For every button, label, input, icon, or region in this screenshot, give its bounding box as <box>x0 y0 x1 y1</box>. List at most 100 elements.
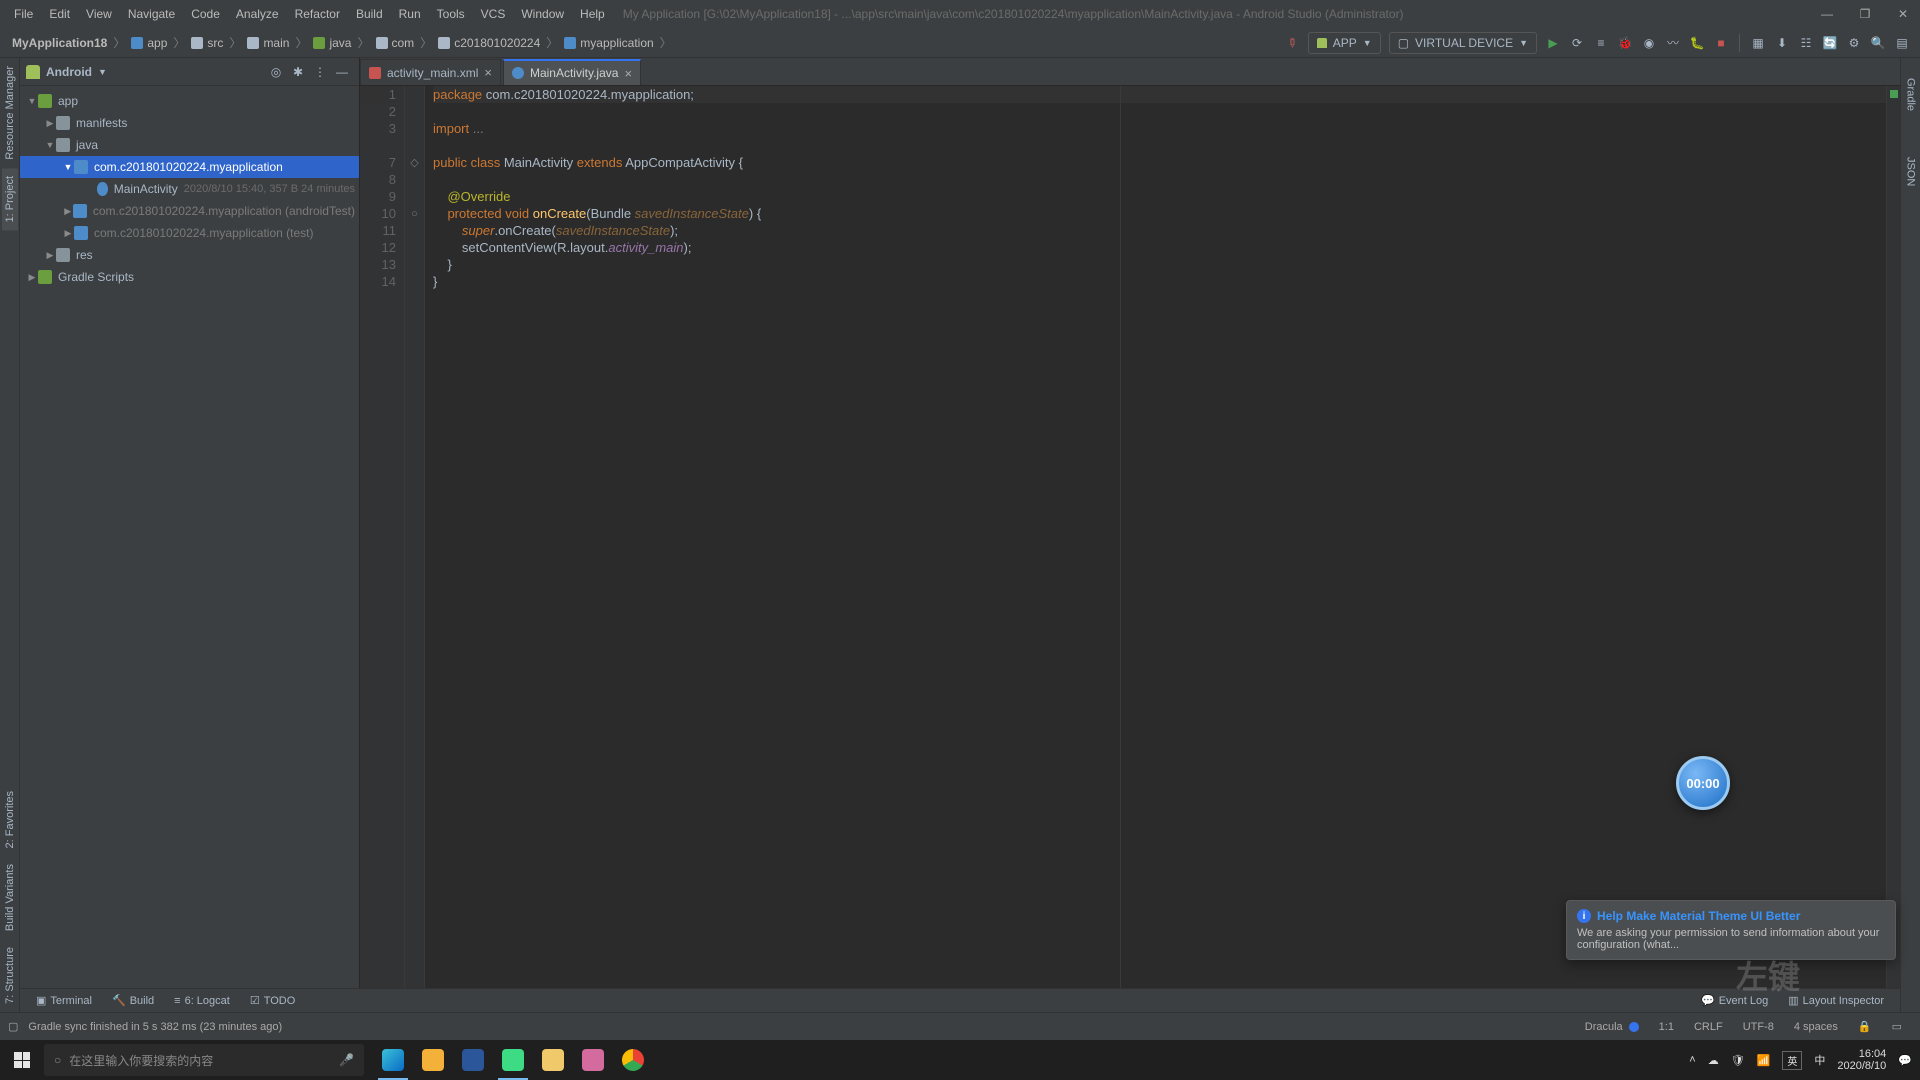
sync-gradle-button[interactable]: 🔄 <box>1818 31 1842 55</box>
avd-manager-button[interactable]: ▦ <box>1746 31 1770 55</box>
menu-build[interactable]: Build <box>350 5 389 23</box>
editor-tab-activity[interactable]: MainActivity.java × <box>503 59 641 85</box>
recording-timer-badge[interactable]: 00:00 <box>1676 756 1730 810</box>
apply-changes-button[interactable]: ⟳ <box>1565 31 1589 55</box>
crumb-project[interactable]: MyApplication18 <box>6 34 113 52</box>
gutter-tab-project[interactable]: 1: Project <box>2 168 18 230</box>
maximize-button[interactable]: ❐ <box>1858 7 1872 21</box>
menu-edit[interactable]: Edit <box>43 5 76 23</box>
tool-build[interactable]: 🔨Build <box>102 994 164 1007</box>
troubleshoot-button[interactable]: ⚙ <box>1842 31 1866 55</box>
taskbar-app-notes[interactable] <box>414 1040 452 1080</box>
lock-icon[interactable]: 🔒 <box>1848 1020 1882 1033</box>
search-everywhere-button[interactable]: 🔍 <box>1866 31 1890 55</box>
debug-button[interactable]: 🐞 <box>1613 31 1637 55</box>
apply-code-button[interactable]: ≡ <box>1589 31 1613 55</box>
settings-button[interactable]: ▤ <box>1890 31 1914 55</box>
taskbar-app-misc[interactable] <box>574 1040 612 1080</box>
status-indent[interactable]: 4 spaces <box>1784 1021 1848 1033</box>
sdk-manager-button[interactable]: ⬇ <box>1770 31 1794 55</box>
tray-onedrive-icon[interactable]: ☁ <box>1708 1054 1719 1067</box>
run-config-selector[interactable]: APP ▼ <box>1308 32 1381 54</box>
collapse-icon[interactable]: — <box>331 65 353 79</box>
menu-analyze[interactable]: Analyze <box>230 5 285 23</box>
device-selector[interactable]: ▢ VIRTUAL DEVICE ▼ <box>1389 32 1537 54</box>
crumb-java[interactable]: java <box>307 34 357 52</box>
tree-node-package-main[interactable]: ▼com.c201801020224.myapplication <box>20 156 359 178</box>
ime-lang[interactable]: 英 <box>1782 1051 1802 1070</box>
taskbar-app-edge[interactable] <box>374 1040 412 1080</box>
memory-indicator[interactable]: ▭ <box>1882 1020 1912 1033</box>
tree-node-package-test[interactable]: ▶com.c201801020224.myapplication (test) <box>20 222 359 244</box>
gutter-tab-favorites[interactable]: 2: Favorites <box>2 783 18 856</box>
project-view-selector[interactable]: Android <box>46 65 92 79</box>
crumb-src[interactable]: src <box>185 34 229 52</box>
profile-button[interactable]: 〰 <box>1661 31 1685 55</box>
menu-code[interactable]: Code <box>185 5 226 23</box>
crumb-package[interactable]: myapplication <box>558 34 659 52</box>
tray-chevron-up-icon[interactable]: ˄ <box>1689 1054 1695 1066</box>
taskbar-app-explorer[interactable] <box>534 1040 572 1080</box>
tree-node-main-activity[interactable]: ▶MainActivity2020/8/10 15:40, 357 B 24 m… <box>20 178 359 200</box>
options-icon[interactable]: ⋮ <box>309 65 331 79</box>
coverage-button[interactable]: ◉ <box>1637 31 1661 55</box>
tool-terminal[interactable]: ▣Terminal <box>26 994 102 1007</box>
tree-node-app[interactable]: ▼app <box>20 90 359 112</box>
tree-node-java[interactable]: ▼java <box>20 134 359 156</box>
menu-refactor[interactable]: Refactor <box>289 5 346 23</box>
run-button[interactable]: ▶ <box>1541 31 1565 55</box>
stop-button[interactable]: ■ <box>1709 31 1733 55</box>
gutter-tab-build-variants[interactable]: Build Variants <box>2 856 18 939</box>
tool-layout-inspector[interactable]: ▥Layout Inspector <box>1778 994 1894 1007</box>
override-icon[interactable]: ○ <box>405 205 424 222</box>
tray-wifi-icon[interactable]: 📶 <box>1757 1054 1771 1067</box>
start-button[interactable] <box>0 1040 44 1080</box>
resource-manager-button[interactable]: ☷ <box>1794 31 1818 55</box>
menu-view[interactable]: View <box>80 5 118 23</box>
minimize-button[interactable]: — <box>1820 7 1834 21</box>
tree-node-package-androidtest[interactable]: ▶com.c201801020224.myapplication (androi… <box>20 200 359 222</box>
tree-node-gradle-scripts[interactable]: ▶Gradle Scripts <box>20 266 359 288</box>
tool-logcat[interactable]: ≡6: Logcat <box>164 995 240 1007</box>
crumb-main[interactable]: main <box>241 34 295 52</box>
crumb-cid[interactable]: c201801020224 <box>432 34 546 52</box>
tray-shield-icon[interactable]: 🛡 <box>1731 1054 1745 1067</box>
menu-file[interactable]: File <box>8 5 39 23</box>
tool-event-log[interactable]: 💬Event Log <box>1691 994 1778 1007</box>
tab-close-button[interactable]: × <box>484 65 492 80</box>
code-editor[interactable]: 123 78910 11121314 ◇ ○ package com.c2018… <box>360 86 1900 1012</box>
taskbar-search[interactable]: ○ 在这里输入你要搜索的内容 🎤 <box>44 1044 364 1076</box>
close-button[interactable]: ✕ <box>1896 7 1910 21</box>
menu-help[interactable]: Help <box>574 5 611 23</box>
menu-window[interactable]: Window <box>515 5 570 23</box>
menu-vcs[interactable]: VCS <box>475 5 512 23</box>
status-theme[interactable]: Dracula <box>1575 1021 1649 1033</box>
taskbar-clock[interactable]: 16:04 2020/8/10 <box>1837 1048 1886 1072</box>
hide-tool-windows-button[interactable]: ▢ <box>8 1020 18 1033</box>
filter-icon[interactable]: ✱ <box>287 65 309 79</box>
gutter-tab-gradle[interactable]: Gradle <box>1903 70 1919 119</box>
tool-todo[interactable]: ☑TODO <box>240 994 305 1007</box>
notification-toast[interactable]: iHelp Make Material Theme UI Better We a… <box>1566 900 1896 960</box>
notifications-icon[interactable]: 💬 <box>1898 1054 1912 1067</box>
editor-tab-layout[interactable]: activity_main.xml × <box>360 59 501 85</box>
attach-debugger-button[interactable]: 🐛 <box>1685 31 1709 55</box>
ime-mode[interactable]: 中 <box>1814 1052 1825 1068</box>
status-caret-position[interactable]: 1:1 <box>1649 1021 1684 1033</box>
menu-run[interactable]: Run <box>393 5 427 23</box>
menu-tools[interactable]: Tools <box>431 5 471 23</box>
tree-node-res[interactable]: ▶res <box>20 244 359 266</box>
menu-navigate[interactable]: Navigate <box>122 5 181 23</box>
crumb-com[interactable]: com <box>370 34 421 52</box>
status-line-separator[interactable]: CRLF <box>1684 1021 1733 1033</box>
edit-config-icon[interactable]: ✎ <box>1275 26 1309 60</box>
status-encoding[interactable]: UTF-8 <box>1733 1021 1784 1033</box>
implements-icon[interactable]: ◇ <box>405 154 424 171</box>
code-content[interactable]: package com.c201801020224.myapplication;… <box>425 86 1886 1012</box>
target-icon[interactable]: ◎ <box>265 65 287 79</box>
gutter-tab-structure[interactable]: 7: Structure <box>2 939 18 1012</box>
crumb-app[interactable]: app <box>125 34 173 52</box>
tree-node-manifests[interactable]: ▶manifests <box>20 112 359 134</box>
mic-icon[interactable]: 🎤 <box>339 1053 354 1067</box>
taskbar-app-word[interactable] <box>454 1040 492 1080</box>
